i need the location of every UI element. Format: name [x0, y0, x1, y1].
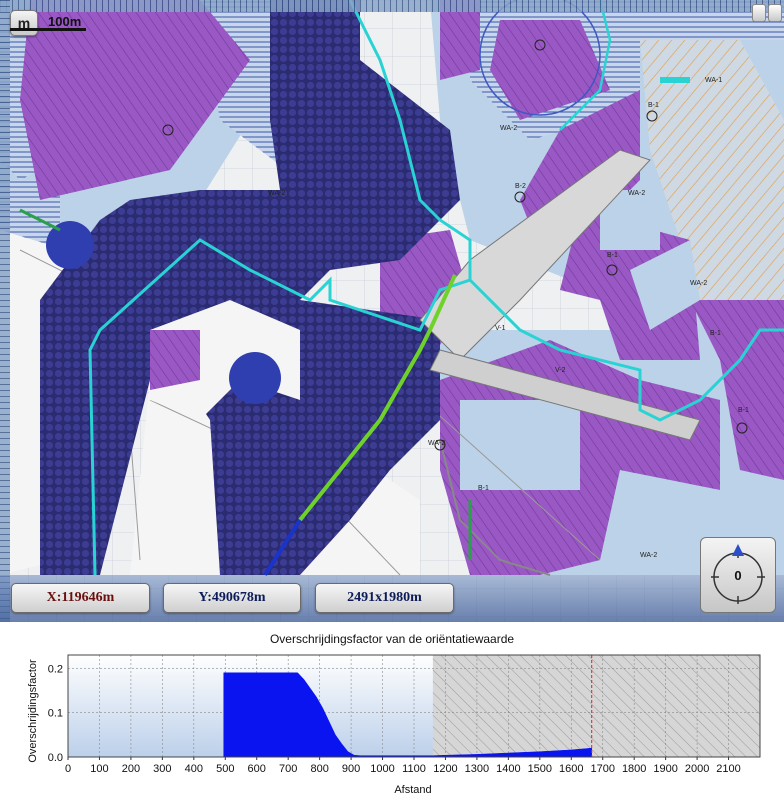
- scale-label: 100m: [48, 14, 82, 29]
- map-view[interactable]: WA-1 WA-2 WA-2 WA-2 WA-2 WA-2 B-1 B-1 B-…: [0, 0, 784, 622]
- x-tick-label: 1700: [590, 763, 614, 775]
- scale-bar: [10, 28, 86, 31]
- zone-label: B-2: [515, 183, 526, 190]
- x-tick-label: 1200: [433, 763, 457, 775]
- y-tick-label: 0.1: [48, 708, 63, 720]
- top-ruler: [0, 0, 784, 12]
- window-button[interactable]: [768, 4, 782, 22]
- x-tick-label: 1400: [496, 763, 520, 775]
- zone-label: B-1: [710, 330, 721, 337]
- x-tick-label: 900: [342, 763, 360, 775]
- x-tick-label: 500: [216, 763, 234, 775]
- zone-label: V-1: [495, 325, 506, 332]
- x-tick-label: 1300: [465, 763, 489, 775]
- residential-zone: [440, 0, 480, 80]
- x-tick-label: 1000: [370, 763, 394, 775]
- zone-label: WA-2: [640, 552, 657, 559]
- window-button[interactable]: [752, 4, 766, 22]
- zone-label: WA-2: [690, 280, 707, 287]
- x-tick-label: 1800: [622, 763, 646, 775]
- x-tick-label: 800: [310, 763, 328, 775]
- zone-label: V-2: [555, 367, 566, 374]
- y-tick-label: 0.0: [48, 752, 63, 764]
- zone-label: B-1: [738, 407, 749, 414]
- zone-label: B-1: [648, 102, 659, 109]
- x-tick-label: 1100: [402, 763, 426, 775]
- hatched-region: [432, 655, 760, 757]
- map-menu-button[interactable]: m: [10, 10, 38, 36]
- zone-label: B-1: [607, 252, 618, 259]
- overschrijding-chart: Overschrijdingsfactor van de oriëntatiew…: [27, 632, 761, 796]
- zone-label: WA-1: [705, 77, 722, 84]
- y-coordinate-display: Y:490678m: [163, 583, 301, 613]
- chart-y-axis-label: Overschrijdingsfactor: [27, 659, 39, 763]
- noise-contour: [229, 352, 281, 404]
- compass-value: 0: [734, 567, 742, 583]
- extent-display: 2491x1980m: [315, 583, 454, 613]
- water-zone: [460, 400, 580, 490]
- plot-area: 0 100 200 300 400 500 600 700 800 900 1000 1100 1200…: [48, 654, 761, 775]
- compass-button[interactable]: 0: [700, 537, 776, 613]
- x-tick-label: 0: [65, 763, 71, 775]
- y-tick-label: 0.2: [48, 663, 63, 675]
- zone-label: WA-2: [500, 125, 517, 132]
- residential-zone: [150, 330, 200, 390]
- chart-title: Overschrijdingsfactor van de oriëntatiew…: [270, 632, 514, 646]
- x-tick-label: 200: [122, 763, 140, 775]
- x-tick-label: 600: [248, 763, 266, 775]
- x-tick-label: 1600: [559, 763, 583, 775]
- x-tick-label: 100: [90, 763, 108, 775]
- x-tick-label: 1900: [653, 763, 677, 775]
- x-tick-label: 400: [185, 763, 203, 775]
- map-canvas[interactable]: WA-1 WA-2 WA-2 WA-2 WA-2 WA-2 B-1 B-1 B-…: [0, 0, 784, 622]
- left-ruler: [0, 0, 10, 622]
- chart-panel: Overschrijdingsfactor van de oriëntatiew…: [0, 622, 784, 802]
- x-tick-label: 2100: [716, 763, 740, 775]
- zone-label: WA-2: [268, 190, 285, 197]
- x-tick-label: 1500: [528, 763, 552, 775]
- x-tick-label: 300: [153, 763, 171, 775]
- chart-x-axis-label: Afstand: [394, 784, 431, 796]
- x-tick-label: 700: [279, 763, 297, 775]
- x-coordinate-display: X:119646m: [11, 583, 150, 613]
- zone-label: B-1: [478, 485, 489, 492]
- zone-label: WA-2: [628, 190, 645, 197]
- x-tick-label: 2000: [685, 763, 709, 775]
